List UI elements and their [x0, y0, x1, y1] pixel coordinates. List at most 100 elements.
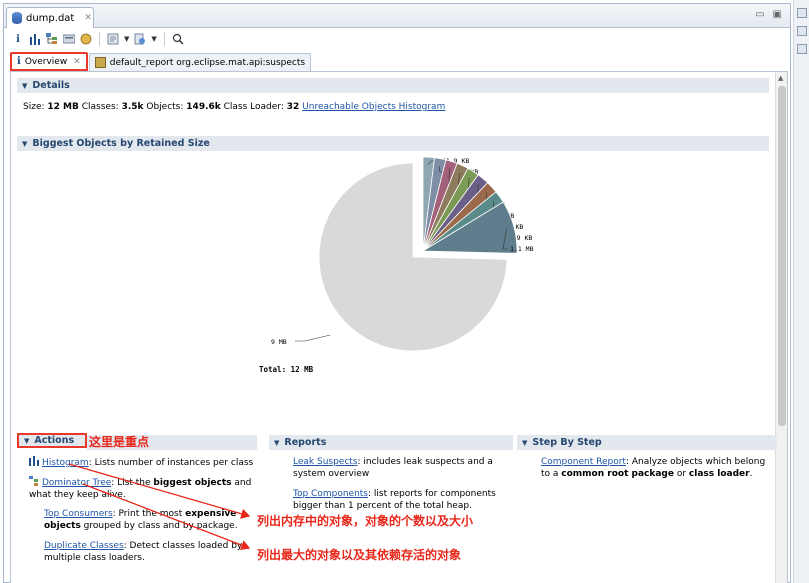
histogram-description: : Lists number of instances per class [88, 458, 254, 468]
chevron-down-icon[interactable]: ▼ [151, 35, 156, 43]
leak-suspects-link[interactable]: Leak Suspects [293, 457, 358, 467]
editor-frame: dump.dat ✕ ▭ ▣ i ▼ ▼ i Overview ✕ defaul… [3, 3, 791, 583]
action-top-consumers: Top Consumers: Print the most expensive o… [44, 508, 259, 532]
reports-section-header[interactable]: ▼ Reports [269, 435, 513, 450]
editor-tab-row: dump.dat ✕ ▭ ▣ [4, 4, 790, 28]
top-components-description: : list reports for components [368, 489, 496, 499]
tab-default-report[interactable]: default_report org.eclipse.mat.api:suspe… [88, 53, 312, 71]
collapse-triangle-icon: ▼ [22, 81, 28, 90]
editor-tab-dump[interactable]: dump.dat ✕ [6, 7, 94, 28]
annotation-dominator-note: 列出最大的对象以及其依赖存活的对象 [257, 548, 462, 562]
action-histogram: Histogram: Lists number of instances per… [29, 456, 259, 469]
duplicate-classes-description-2: multiple class loaders. [44, 553, 145, 563]
objects-value: 149.6k [186, 102, 221, 112]
collapse-triangle-icon: ▼ [24, 436, 30, 445]
overview-info-icon[interactable]: i [12, 33, 24, 45]
editor-tab-title: dump.dat [26, 12, 75, 24]
dominator-description: : List the [111, 478, 154, 488]
actions-section-header[interactable]: ▼ Actions [17, 433, 87, 448]
pie-slice-label: 9 MB [271, 338, 287, 346]
histogram-icon[interactable] [29, 33, 41, 45]
action-dominator-tree: Dominator Tree: List the biggest objects… [29, 476, 259, 501]
size-label: Size: [23, 102, 45, 112]
top-consumers-emphasis-2: objects [44, 521, 81, 531]
step-by-step-title: Step By Step [532, 437, 602, 448]
collapse-triangle-icon: ▼ [522, 438, 528, 447]
dominator-description-2: and [231, 478, 252, 488]
vertical-scrollbar[interactable]: ▲ [775, 72, 787, 583]
close-icon[interactable]: ✕ [73, 57, 81, 67]
classes-value: 3.5k [121, 102, 144, 112]
scroll-up-icon[interactable]: ▲ [778, 74, 783, 82]
pie-slice-label: 1.1 MB [510, 245, 534, 253]
toolbar: i ▼ ▼ [4, 29, 790, 49]
collapse-triangle-icon: ▼ [22, 139, 28, 148]
component-report-description-2: to a [541, 469, 562, 479]
leak-suspects-description: : includes leak suspects and a [357, 457, 493, 467]
classes-label: Classes: [81, 102, 119, 112]
dominator-tree-icon[interactable] [46, 33, 58, 45]
top-consumers-description-2: grouped by class and by package. [80, 521, 238, 531]
search-icon[interactable] [172, 33, 184, 45]
report-icon [94, 57, 106, 68]
details-summary: Size: 12 MB Classes: 3.5k Objects: 149.6… [23, 102, 445, 112]
minimize-view-icon[interactable] [797, 8, 807, 18]
tab-default-report-label: default_report org.eclipse.mat.api:suspe… [109, 57, 306, 68]
details-title: Details [32, 80, 70, 91]
dominator-tree-icon [29, 476, 39, 486]
toolbar-separator [99, 32, 100, 46]
component-report-description: : Analyze objects which belong [625, 457, 766, 467]
chevron-down-icon[interactable]: ▼ [124, 35, 129, 43]
step-component-report: Component Report: Analyze objects which … [541, 456, 771, 480]
objects-label: Objects: [146, 102, 184, 112]
maximize-icon[interactable]: ▣ [773, 9, 782, 20]
top-components-description-2: bigger than 1 percent of the total heap. [293, 501, 472, 511]
duplicate-classes-description: : Detect classes loaded by [123, 541, 243, 551]
biggest-objects-title: Biggest Objects by Retained Size [32, 138, 210, 149]
annotation-histogram-note: 列出内存中的对象，对象的个数以及大小 [257, 514, 474, 528]
tab-overview-label: Overview [24, 56, 68, 67]
reports-title: Reports [284, 437, 327, 448]
report-top-components: Top Components: list reports for compone… [293, 488, 508, 512]
retained-size-pie-chart: 241.9 KB242.9 KB246.1 KB250 KB253.1 KB25… [259, 157, 534, 374]
component-report-emphasis: common root package [561, 469, 674, 479]
scrollbar-thumb[interactable] [778, 86, 786, 426]
side-toolbar-strip [793, 0, 809, 583]
step-by-step-section-header[interactable]: ▼ Step By Step [517, 435, 777, 450]
histogram-icon [29, 456, 39, 466]
oql-icon[interactable] [63, 33, 75, 45]
window-controls: ▭ ▣ [755, 9, 782, 20]
leak-suspects-description-2: system overview [293, 469, 370, 479]
actions-title: Actions [34, 435, 75, 446]
dominator-tree-link[interactable]: Dominator Tree [42, 478, 111, 488]
inner-tab-bar: i Overview ✕ default_report org.eclipse.… [10, 52, 788, 71]
pie-label-leader [295, 334, 331, 342]
view-icon[interactable] [797, 26, 807, 36]
top-components-link[interactable]: Top Components [293, 489, 368, 499]
top-consumers-link[interactable]: Top Consumers [44, 509, 113, 519]
thread-overview-icon[interactable] [80, 33, 92, 45]
duplicate-classes-link[interactable]: Duplicate Classes [44, 541, 124, 551]
dominator-description-3: what they keep alive. [29, 490, 126, 500]
query-browser-icon[interactable] [134, 33, 146, 45]
component-report-description-3: or [673, 469, 689, 479]
toolbar-separator [163, 32, 165, 46]
component-report-description-4: . [749, 469, 753, 479]
biggest-objects-section-header[interactable]: ▼ Biggest Objects by Retained Size [17, 136, 769, 151]
action-duplicate-classes: Duplicate Classes: Detect classes loaded… [44, 540, 259, 564]
histogram-link[interactable]: Histogram [42, 458, 89, 468]
view-icon[interactable] [797, 44, 807, 54]
overview-pane: ▲ ▼ Details Size: 12 MB Classes: 3.5k Ob… [10, 71, 788, 583]
close-icon[interactable]: ✕ [84, 13, 92, 23]
unreachable-objects-link[interactable]: Unreachable Objects Histogram [302, 102, 445, 112]
component-report-emphasis-2: class loader [688, 469, 750, 479]
run-report-icon[interactable] [107, 33, 119, 45]
component-report-link[interactable]: Component Report [541, 457, 626, 467]
dominator-emphasis: biggest objects [153, 478, 232, 488]
minimize-icon[interactable]: ▭ [755, 9, 764, 20]
report-leak-suspects: Leak Suspects: includes leak suspects an… [293, 456, 508, 480]
details-section-header[interactable]: ▼ Details [17, 78, 769, 93]
heap-dump-icon [12, 12, 22, 24]
tab-overview[interactable]: i Overview ✕ [10, 52, 88, 71]
top-consumers-description: : Print the most [112, 509, 186, 519]
